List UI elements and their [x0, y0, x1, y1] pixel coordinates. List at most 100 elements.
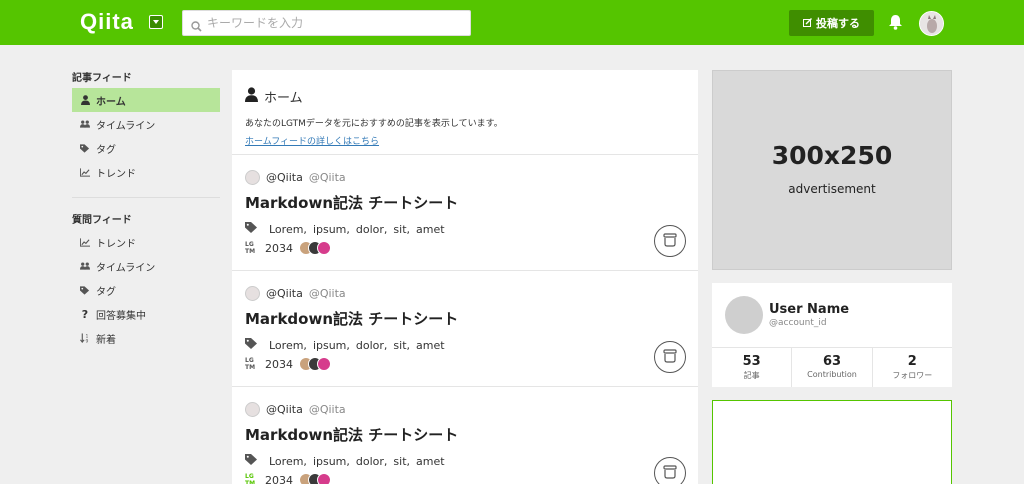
svg-text:9: 9 [85, 338, 88, 343]
author-avatar[interactable] [245, 286, 260, 301]
feed-title-label: ホーム [264, 91, 303, 106]
tag-link[interactable]: dolor, [356, 455, 388, 468]
avatar[interactable] [317, 473, 331, 484]
sidebar-item-question-trend[interactable]: トレンド [72, 230, 220, 254]
account-id: @account_id [769, 318, 827, 328]
article-item[interactable]: @Qiita @Qiita Markdown記法 チートシート Lorem, i… [232, 271, 698, 387]
tag-link[interactable]: amet [416, 455, 445, 468]
tag-link[interactable]: sit, [393, 339, 410, 352]
ad-label: advertisement [788, 182, 876, 196]
author-id[interactable]: @Qiita [266, 171, 303, 184]
sort-icon: 19 [80, 333, 90, 343]
user-avatar[interactable] [919, 11, 944, 36]
author-name: @Qiita [308, 171, 346, 184]
article-tags: Lorem, ipsum, dolor, sit, amet [245, 454, 685, 468]
stock-button[interactable] [654, 341, 686, 373]
left-sidebar: 記事フィード ホーム タイムライン タグ トレンド 質問フィード トレンド タイ… [72, 70, 220, 350]
author-id[interactable]: @Qiita [266, 403, 303, 416]
author-avatar[interactable] [245, 402, 260, 417]
lgtm-icon: LG TM [245, 241, 256, 255]
lgtm-avatars [299, 357, 331, 371]
stat-contribution[interactable]: 63 Contribution [792, 348, 873, 387]
sidebar-item-home[interactable]: ホーム [72, 88, 220, 112]
chevron-down-icon[interactable] [149, 15, 163, 29]
qiita-logo[interactable]: Qiita [80, 9, 134, 35]
sidebar-item-timeline[interactable]: タイムライン [72, 112, 220, 136]
search-box[interactable] [182, 10, 471, 36]
sidebar-item-label: トレンド [96, 238, 136, 250]
author-avatar[interactable] [245, 170, 260, 185]
lgtm-count: 2034 [265, 357, 293, 371]
bell-icon[interactable] [888, 14, 903, 34]
edit-icon [803, 17, 812, 30]
avatar[interactable] [317, 357, 331, 371]
article-author[interactable]: @Qiita @Qiita [245, 286, 685, 301]
post-button-label: 投稿する [816, 17, 860, 30]
lgtm-avatars [299, 241, 331, 255]
sidebar-item-newest[interactable]: 19 新着 [72, 326, 220, 350]
article-item[interactable]: @Qiita @Qiita Markdown記法 チートシート Lorem, i… [232, 155, 698, 271]
post-button[interactable]: 投稿する [789, 10, 874, 36]
stat-value: 63 [822, 354, 842, 369]
sidebar-item-label: タグ [96, 286, 116, 298]
avatar[interactable] [725, 296, 763, 334]
advertisement-banner[interactable]: 300x250 advertisement [712, 70, 952, 270]
lgtm-count: 2034 [265, 473, 293, 484]
article-author[interactable]: @Qiita @Qiita [245, 170, 685, 185]
tag-link[interactable]: sit, [393, 455, 410, 468]
sidebar-item-label: 回答募集中 [96, 310, 146, 322]
tag-link[interactable]: amet [416, 223, 445, 236]
user-name[interactable]: User Name [769, 302, 849, 317]
article-author[interactable]: @Qiita @Qiita [245, 402, 685, 417]
tag-link[interactable]: ipsum, [313, 339, 350, 352]
stat-label: Contribution [807, 370, 857, 379]
article-title[interactable]: Markdown記法 チートシート [245, 424, 685, 445]
sidebar-item-tags[interactable]: タグ [72, 136, 220, 160]
lgtm-count: 2034 [265, 241, 293, 255]
search-input[interactable] [207, 13, 462, 33]
article-item[interactable]: @Qiita @Qiita Markdown記法 チートシート Lorem, i… [232, 387, 698, 484]
stat-label: フォロワー [892, 371, 933, 380]
stock-button[interactable] [654, 225, 686, 257]
lgtm-icon: LG TM [245, 357, 256, 371]
stat-articles[interactable]: 53 記事 [712, 348, 793, 387]
sidebar-item-question-tags[interactable]: タグ [72, 278, 220, 302]
tag-link[interactable]: sit, [393, 223, 410, 236]
tag-link[interactable]: amet [416, 339, 445, 352]
feed-details-link[interactable]: ホームフィードの詳しくはこちら [245, 134, 379, 147]
chart-icon [80, 237, 90, 247]
tag-link[interactable]: Lorem, [269, 455, 307, 468]
tags-icon [80, 285, 90, 295]
tag-link[interactable]: Lorem, [269, 223, 307, 236]
tag-link[interactable]: dolor, [356, 223, 388, 236]
sidebar-item-label: ホーム [96, 96, 126, 108]
sidebar-item-trend[interactable]: トレンド [72, 160, 220, 184]
users-icon [80, 262, 90, 270]
author-id[interactable]: @Qiita [266, 287, 303, 300]
article-title[interactable]: Markdown記法 チートシート [245, 192, 685, 213]
lgtm-avatars [299, 473, 331, 484]
tag-link[interactable]: Lorem, [269, 339, 307, 352]
tag-link[interactable]: dolor, [356, 339, 388, 352]
tag-link[interactable]: ipsum, [313, 455, 350, 468]
article-title[interactable]: Markdown記法 チートシート [245, 308, 685, 329]
user-icon [80, 95, 90, 105]
sidebar-item-label: トレンド [96, 168, 136, 180]
tag-link[interactable]: ipsum, [313, 223, 350, 236]
stat-label: 記事 [743, 371, 760, 380]
article-lgtm: LG TM 2034 [245, 241, 685, 255]
stat-value: 2 [907, 354, 917, 369]
sidebar-item-unanswered[interactable]: ? 回答募集中 [72, 302, 220, 326]
stock-button[interactable] [654, 457, 686, 484]
article-tags: Lorem, ipsum, dolor, sit, amet [245, 338, 685, 352]
feed-header: ホーム あなたのLGTMデータを元におすすめの記事を表示しています。 ホームフィ… [232, 70, 698, 155]
stat-followers[interactable]: 2 フォロワー [873, 348, 952, 387]
avatar[interactable] [317, 241, 331, 255]
sidebar-item-question-timeline[interactable]: タイムライン [72, 254, 220, 278]
article-feed-heading: 記事フィード [72, 73, 132, 84]
home-feed: ホーム あなたのLGTMデータを元におすすめの記事を表示しています。 ホームフィ… [232, 70, 698, 484]
ad-size-label: 300x250 [771, 141, 893, 170]
author-name: @Qiita [308, 403, 346, 416]
sidebar-item-label: 新着 [96, 334, 116, 346]
feed-description: あなたのLGTMデータを元におすすめの記事を表示しています。 [245, 119, 503, 129]
